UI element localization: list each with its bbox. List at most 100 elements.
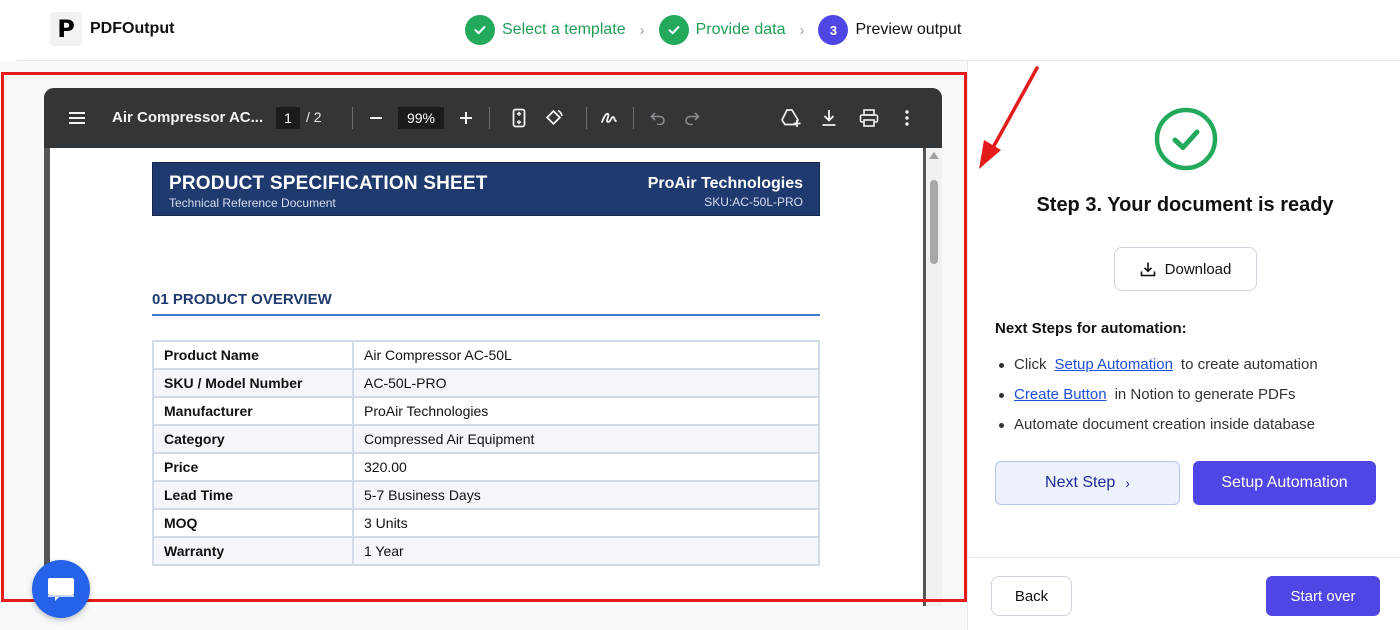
- start-over-button[interactable]: Start over: [1266, 576, 1380, 616]
- bullet: [999, 422, 1004, 428]
- row-key: MOQ: [152, 508, 354, 538]
- setup-automation-button[interactable]: Setup Automation: [1193, 461, 1376, 505]
- setup-automation-link[interactable]: Setup Automation: [1055, 352, 1173, 378]
- toolbar-divider: [633, 107, 634, 129]
- spec-sheet-title: PRODUCT SPECIFICATION SHEET: [169, 173, 488, 194]
- footer-divider: [969, 557, 1400, 558]
- zoom-in-icon[interactable]: [459, 88, 473, 148]
- scrollbar-thumb[interactable]: [930, 180, 938, 264]
- section-divider: [152, 314, 820, 316]
- row-value: 5-7 Business Days: [352, 480, 820, 510]
- toolbar-divider: [586, 107, 587, 129]
- print-icon[interactable]: [859, 88, 879, 148]
- check-icon: [465, 15, 495, 45]
- ready-heading: Step 3. Your document is ready: [1036, 194, 1334, 216]
- table-row: Product Name Air Compressor AC-50L: [152, 340, 820, 370]
- step-label: Provide data: [695, 21, 786, 38]
- chevron-right-icon: ›: [799, 21, 805, 39]
- undo-icon[interactable]: [650, 88, 666, 148]
- app-name: PDFOutput: [90, 20, 175, 37]
- more-icon[interactable]: [905, 88, 909, 148]
- next-step-label: Next Step: [1045, 474, 1116, 491]
- step-label: Select a template: [502, 21, 626, 38]
- row-key: Lead Time: [152, 480, 354, 510]
- redo-icon[interactable]: [684, 88, 700, 148]
- step-text: to create automation: [1180, 356, 1318, 373]
- row-key: Manufacturer: [152, 396, 354, 426]
- next-steps-list: Click Setup Automation to create automat…: [995, 350, 1318, 440]
- page-number-input[interactable]: 1: [276, 107, 300, 129]
- success-check-icon: [1154, 107, 1218, 171]
- chevron-right-icon: ›: [1125, 475, 1130, 491]
- company-name: ProAir Technologies: [647, 175, 803, 192]
- page-total: / 2: [306, 109, 322, 125]
- table-row: Lead Time 5-7 Business Days: [152, 480, 820, 510]
- draw-icon[interactable]: [600, 88, 618, 148]
- step-text: Click: [1014, 356, 1047, 373]
- table-row: Warranty 1 Year: [152, 536, 820, 566]
- next-steps-title: Next Steps for automation:: [995, 320, 1187, 337]
- row-value: 320.00: [352, 452, 820, 482]
- top-bar: P PDFOutput Select a template › Provide …: [0, 0, 1400, 60]
- download-label: Download: [1164, 260, 1232, 278]
- download-icon: [1140, 262, 1155, 277]
- step-text: Automate document creation inside databa…: [1014, 416, 1316, 433]
- drive-add-icon[interactable]: [780, 88, 802, 148]
- toolbar-divider: [352, 107, 353, 129]
- product-overview-table: Product Name Air Compressor AC-50L SKU / …: [152, 340, 820, 566]
- next-step-button[interactable]: Next Step ›: [995, 461, 1180, 505]
- fit-page-icon[interactable]: [512, 88, 526, 148]
- app-logo[interactable]: P: [50, 12, 82, 46]
- pdf-content-area[interactable]: PRODUCT SPECIFICATION SHEET Technical Re…: [44, 148, 942, 606]
- table-row: Category Compressed Air Equipment: [152, 424, 820, 454]
- step-select-template[interactable]: Select a template: [465, 15, 626, 45]
- pdf-viewer: Air Compressor AC... 1 / 2 99% PRODUCT S…: [44, 88, 942, 606]
- pdf-toolbar: Air Compressor AC... 1 / 2 99%: [44, 88, 942, 148]
- menu-icon[interactable]: [68, 88, 86, 148]
- row-value: AC-50L-PRO: [352, 368, 820, 398]
- list-item: Click Setup Automation to create automat…: [995, 350, 1318, 380]
- table-row: Price 320.00: [152, 452, 820, 482]
- download-icon[interactable]: [821, 88, 837, 148]
- chevron-right-icon: ›: [639, 21, 645, 39]
- scroll-up-icon[interactable]: [929, 152, 939, 159]
- row-value: ProAir Technologies: [352, 396, 820, 426]
- create-button-link[interactable]: Create Button: [1014, 382, 1107, 408]
- row-key: Warranty: [152, 536, 354, 566]
- row-key: Product Name: [152, 340, 354, 370]
- step-label: Preview output: [855, 21, 962, 38]
- row-key: SKU / Model Number: [152, 368, 354, 398]
- step-number-badge: 3: [818, 15, 849, 45]
- row-value: 3 Units: [352, 508, 820, 538]
- step-text: in Notion to generate PDFs: [1114, 386, 1296, 403]
- download-button[interactable]: Download: [1114, 247, 1257, 291]
- step-provide-data[interactable]: Provide data: [658, 15, 786, 45]
- back-button[interactable]: Back: [991, 576, 1072, 616]
- document-title: Air Compressor AC...: [112, 109, 264, 126]
- section-title: 01 PRODUCT OVERVIEW: [152, 291, 332, 308]
- table-row: MOQ 3 Units: [152, 508, 820, 538]
- logo-letter: P: [57, 15, 75, 43]
- spec-sheet-subtitle: Technical Reference Document: [169, 196, 336, 210]
- chat-widget-button[interactable]: [32, 560, 90, 618]
- toolbar-divider: [489, 107, 490, 129]
- row-key: Price: [152, 452, 354, 482]
- table-row: Manufacturer ProAir Technologies: [152, 396, 820, 426]
- pdf-scrollbar[interactable]: [926, 148, 942, 606]
- spec-sheet-header: PRODUCT SPECIFICATION SHEET Technical Re…: [152, 162, 820, 216]
- zoom-input[interactable]: 99%: [398, 107, 444, 129]
- row-value: Compressed Air Equipment: [352, 424, 820, 454]
- check-icon: [658, 15, 689, 45]
- list-item: Automate document creation inside databa…: [995, 410, 1318, 440]
- progress-stepper: Select a template › Provide data › 3 Pre…: [465, 14, 961, 46]
- bullet: [999, 392, 1004, 398]
- table-row: SKU / Model Number AC-50L-PRO: [152, 368, 820, 398]
- rotate-icon[interactable]: [544, 88, 564, 148]
- annotation-arrow: [979, 66, 1039, 169]
- zoom-out-icon[interactable]: [369, 88, 383, 148]
- row-value: 1 Year: [352, 536, 820, 566]
- bullet: [999, 362, 1004, 368]
- pdf-page: PRODUCT SPECIFICATION SHEET Technical Re…: [50, 148, 923, 606]
- chat-icon: [48, 578, 74, 601]
- step-preview-output[interactable]: 3 Preview output: [818, 15, 961, 45]
